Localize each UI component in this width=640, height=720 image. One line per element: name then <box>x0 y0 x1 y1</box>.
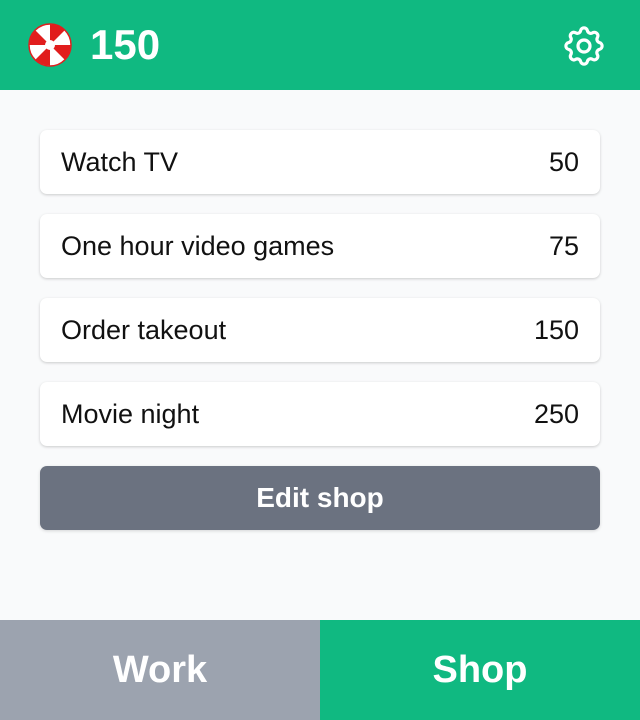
shop-item-list: Watch TV 50 One hour video games 75 Order ta… <box>40 130 600 466</box>
shop-item[interactable]: One hour video games 75 <box>40 214 600 278</box>
shop-item-price: 75 <box>548 230 579 261</box>
shop-item-label: One hour video games <box>61 230 335 261</box>
shop-item[interactable]: Watch TV 50 <box>40 130 600 194</box>
gear-icon[interactable] <box>560 22 608 70</box>
tab-shop[interactable]: Shop <box>320 620 640 720</box>
bottom-nav: Work Shop <box>0 620 640 720</box>
shop-item-price: 250 <box>533 398 579 429</box>
point-balance: 150 <box>90 21 161 68</box>
shop-item-label: Watch TV <box>61 146 179 177</box>
edit-shop-button[interactable]: Edit shop <box>40 466 600 530</box>
shop-item[interactable]: Movie night 250 <box>40 382 600 446</box>
peppermint-candy-icon <box>28 23 72 67</box>
tab-work[interactable]: Work <box>0 620 320 720</box>
shop-item-label: Order takeout <box>61 314 227 345</box>
shop-item[interactable]: Order takeout 150 <box>40 298 600 362</box>
app-header: 150 <box>0 0 640 90</box>
shop-item-price: 150 <box>533 314 579 345</box>
shop-item-label: Movie night <box>61 398 200 429</box>
shop-item-price: 50 <box>548 146 579 177</box>
